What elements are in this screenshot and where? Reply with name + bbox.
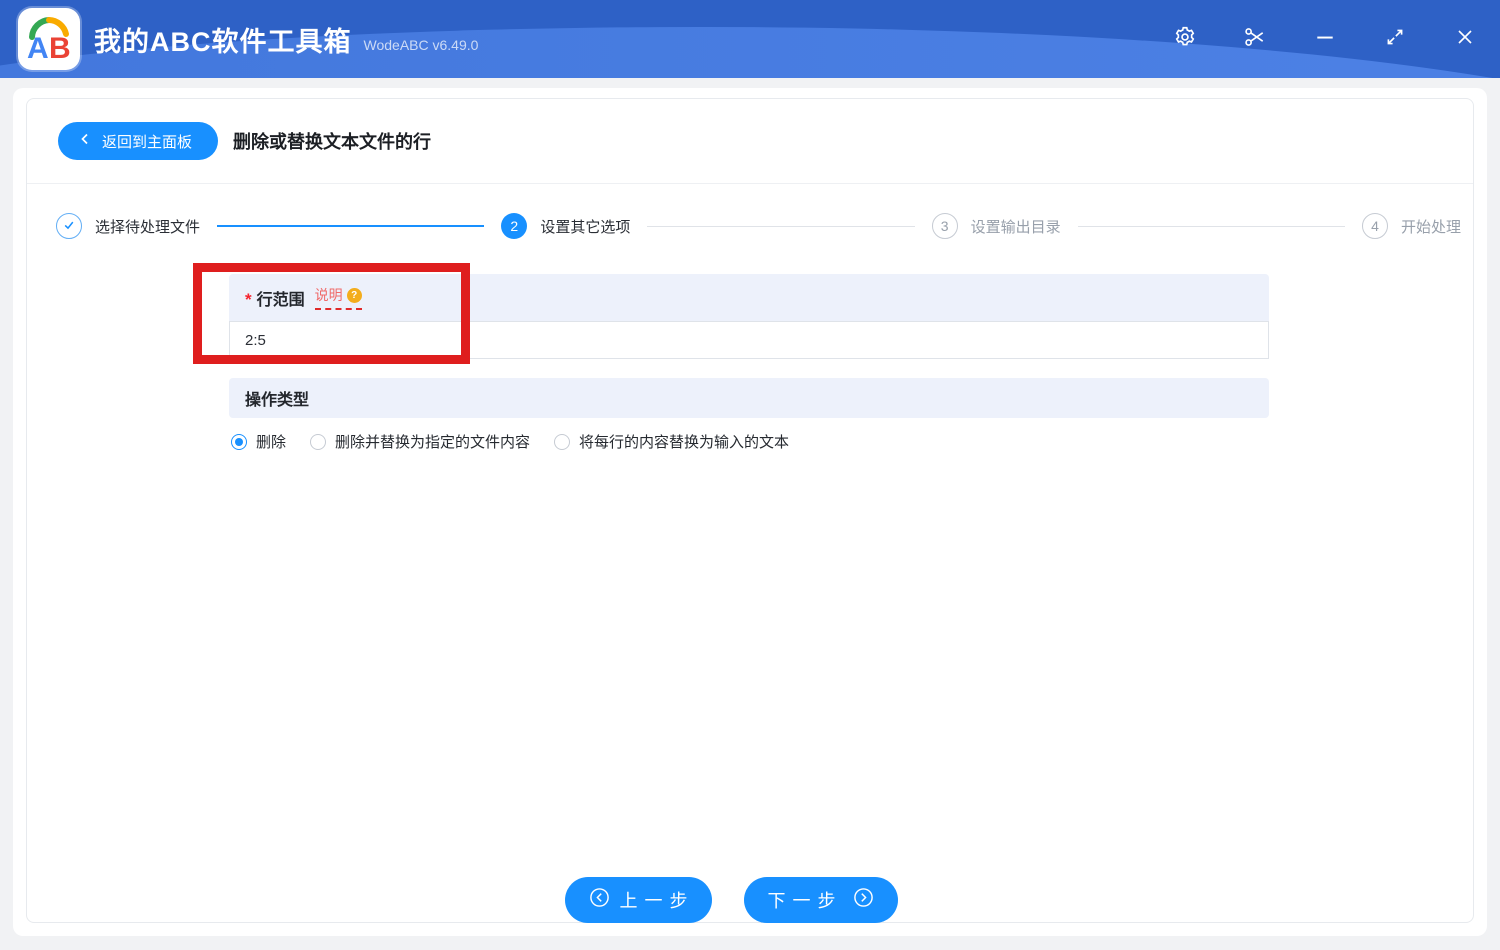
operation-type-label: 操作类型	[245, 386, 309, 410]
line-range-label: 行范围	[257, 286, 305, 310]
line-range-help-link[interactable]: 说明 ?	[315, 285, 362, 310]
step-connector	[647, 226, 914, 227]
step-4-label: 开始处理	[1401, 216, 1461, 237]
minimize-icon	[1314, 26, 1336, 53]
step-1-label: 选择待处理文件	[95, 216, 200, 237]
step-indicator: 选择待处理文件 2 设置其它选项 3 设置输出目录 4 开始处理	[56, 211, 1461, 241]
radio-option-label: 将每行的内容替换为输入的文本	[579, 431, 789, 452]
radio-option-delete[interactable]: 删除	[231, 431, 286, 452]
back-to-dashboard-button[interactable]: 返回到主面板	[58, 122, 218, 160]
circle-chevron-left-icon	[589, 887, 610, 913]
required-mark: *	[245, 290, 252, 310]
step-2-circle: 2	[501, 213, 527, 239]
close-button[interactable]	[1430, 0, 1500, 78]
step-3-label: 设置输出目录	[971, 216, 1061, 237]
svg-text:B: B	[49, 32, 71, 65]
radio-unselected-icon	[554, 434, 570, 450]
settings-button[interactable]	[1150, 0, 1220, 78]
operation-type-header: 操作类型	[229, 378, 1269, 418]
radio-option-label: 删除	[256, 431, 286, 452]
step-connector	[1078, 226, 1345, 227]
step-2-label: 设置其它选项	[540, 216, 630, 237]
radio-selected-icon	[231, 434, 247, 450]
gear-icon	[1174, 26, 1196, 53]
radio-unselected-icon	[310, 434, 326, 450]
app-version: WodeABC v6.49.0	[364, 37, 479, 53]
minimize-button[interactable]	[1290, 0, 1360, 78]
app-logo-icon: A B	[18, 8, 80, 70]
app-title: 我的ABC软件工具箱	[94, 20, 352, 59]
options-form: * 行范围 说明 ? 操作类型 删除 删除并替换为指定的文件内容 将	[229, 274, 1269, 452]
step-connector-active	[217, 225, 484, 227]
line-range-input[interactable]	[230, 322, 1268, 358]
line-range-input-wrap	[229, 321, 1269, 359]
tool-panel: 返回到主面板 删除或替换文本文件的行 选择待处理文件 2 设置其它选项 3 设置…	[26, 98, 1474, 923]
next-step-button[interactable]: 下一步	[744, 877, 898, 923]
svg-text:A: A	[27, 32, 49, 65]
screenshot-cut-button[interactable]	[1220, 0, 1290, 78]
question-circle-icon: ?	[347, 288, 362, 303]
previous-step-button[interactable]: 上一步	[565, 877, 712, 923]
radio-option-label: 删除并替换为指定的文件内容	[335, 431, 530, 452]
circle-chevron-right-icon	[853, 887, 874, 913]
maximize-button[interactable]	[1360, 0, 1430, 78]
chevron-left-icon	[79, 132, 91, 150]
back-button-label: 返回到主面板	[102, 131, 192, 152]
help-link-label: 说明	[315, 285, 343, 305]
scissors-icon	[1244, 26, 1266, 53]
radio-option-replace-with-text[interactable]: 将每行的内容替换为输入的文本	[554, 431, 789, 452]
window-controls	[1150, 0, 1500, 78]
app-logo: A B	[18, 8, 80, 70]
titlebar: A B 我的ABC软件工具箱 WodeABC v6.49.0	[0, 0, 1500, 78]
check-icon	[62, 218, 76, 235]
page-title: 删除或替换文本文件的行	[233, 128, 431, 154]
close-icon	[1455, 27, 1475, 52]
operation-type-options: 删除 删除并替换为指定的文件内容 将每行的内容替换为输入的文本	[229, 431, 1269, 452]
line-range-field-header: * 行范围 说明 ?	[229, 274, 1269, 321]
tool-header: 返回到主面板 删除或替换文本文件的行	[27, 99, 1473, 184]
maximize-icon	[1384, 26, 1406, 53]
step-4-circle: 4	[1362, 213, 1388, 239]
step-3-circle: 3	[932, 213, 958, 239]
previous-step-label: 上一步	[620, 887, 695, 913]
next-step-label: 下一步	[768, 887, 843, 913]
radio-option-replace-with-file[interactable]: 删除并替换为指定的文件内容	[310, 431, 530, 452]
step-1-circle	[56, 213, 82, 239]
wizard-nav: 上一步 下一步	[0, 877, 1481, 923]
